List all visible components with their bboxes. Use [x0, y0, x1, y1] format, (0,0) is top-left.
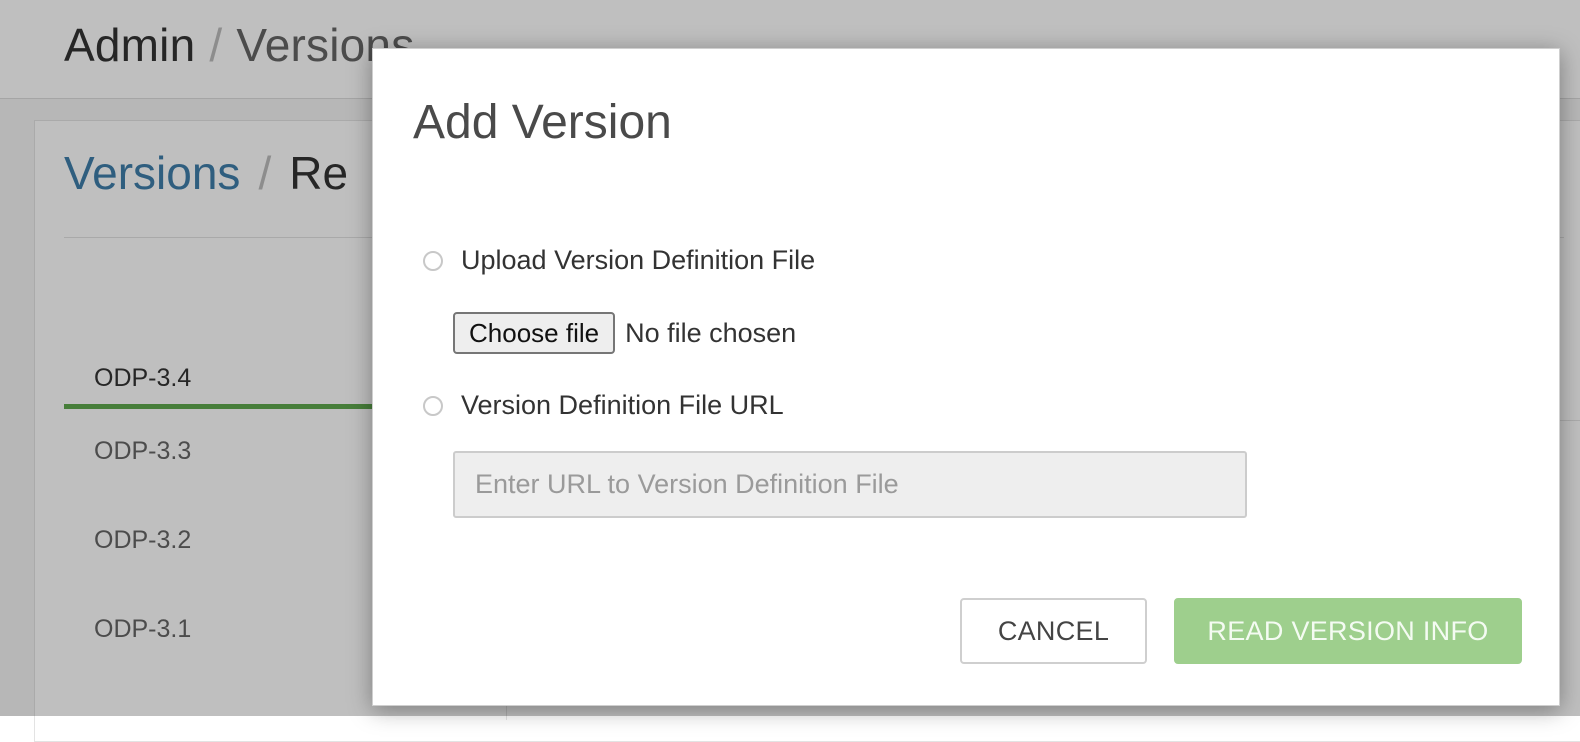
- url-option[interactable]: Version Definition File URL: [423, 390, 784, 421]
- upload-option-label[interactable]: Upload Version Definition File: [461, 245, 815, 276]
- url-radio[interactable]: [423, 395, 443, 416]
- cancel-button[interactable]: CANCEL: [960, 598, 1147, 664]
- add-version-dialog: Add Version Upload Version Definition Fi…: [372, 48, 1560, 706]
- upload-option[interactable]: Upload Version Definition File: [423, 245, 815, 276]
- url-option-label[interactable]: Version Definition File URL: [461, 390, 784, 421]
- dialog-title: Add Version: [413, 96, 672, 149]
- read-version-info-button[interactable]: READ VERSION INFO: [1174, 598, 1522, 664]
- choose-file-button[interactable]: Choose file: [453, 312, 616, 354]
- file-picker: Choose file No file chosen: [453, 312, 796, 354]
- file-status-text: No file chosen: [625, 317, 797, 348]
- vdf-url-input[interactable]: [453, 451, 1247, 518]
- upload-radio[interactable]: [423, 250, 443, 271]
